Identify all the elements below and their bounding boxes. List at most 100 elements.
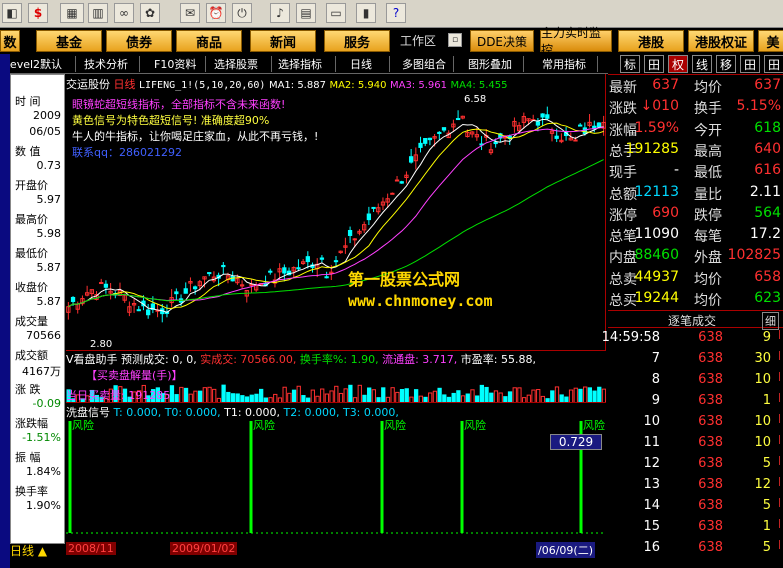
quote-label: 总买 bbox=[609, 293, 637, 309]
volume-bar bbox=[371, 389, 377, 403]
alarm-clock-icon[interactable]: ⏰ bbox=[206, 3, 226, 23]
info-label-amplitude: 振 幅 bbox=[15, 451, 41, 464]
tab-grid-2[interactable]: 田 bbox=[740, 55, 760, 73]
func-tech-analysis[interactable]: 技术分析 bbox=[80, 56, 140, 72]
tick-direction-icon: | bbox=[777, 519, 781, 529]
volume-bar bbox=[334, 385, 339, 403]
formula-label: LIFENG_1!(5,10,20,60) bbox=[139, 80, 266, 91]
candle-body bbox=[103, 283, 109, 288]
menu-item-commodity[interactable]: 商品 bbox=[176, 30, 242, 52]
func-daily[interactable]: 日线 bbox=[346, 56, 390, 72]
func-overlay[interactable]: 图形叠加 bbox=[464, 56, 524, 72]
candle-body bbox=[371, 206, 376, 209]
volume-bar bbox=[282, 386, 287, 403]
info-label-high: 最高价 bbox=[15, 213, 48, 226]
quote-value: 1.59% bbox=[634, 119, 679, 136]
chart-icon[interactable]: ▥ bbox=[88, 3, 108, 23]
back-icon[interactable]: ◧ bbox=[2, 3, 22, 23]
tab-yi[interactable]: 移 bbox=[716, 55, 736, 73]
tick-price: 638 bbox=[698, 393, 723, 408]
func-level2[interactable]: Level2默认 bbox=[0, 56, 76, 72]
info-value-date: 06/05 bbox=[29, 125, 61, 138]
menu-item-fund[interactable]: 基金 bbox=[36, 30, 102, 52]
quote-value: 12113 bbox=[634, 183, 679, 200]
tick-volume: 5 bbox=[762, 498, 771, 513]
menu-item-news[interactable]: 新闻 bbox=[250, 30, 316, 52]
wash-svg: 风险 风险 风险 风险 风险 bbox=[66, 418, 606, 534]
tick-direction-icon: | bbox=[777, 498, 781, 508]
tick-volume: 1 bbox=[762, 393, 771, 408]
gear-icon[interactable]: ✿ bbox=[140, 3, 160, 23]
logo-s-icon[interactable]: $ bbox=[28, 3, 48, 23]
tick-direction-icon: | bbox=[777, 414, 781, 424]
menu-item-hk-warrant[interactable]: 港股权证 bbox=[688, 30, 754, 52]
tab-grid[interactable]: 田 bbox=[644, 55, 664, 73]
volume-chart[interactable]: V看盘助手 预测成交: 0, 0, 实成交: 70566.00, 换手率%: 1… bbox=[66, 350, 606, 403]
toolbar: ◧ $ ▦ ▥ ∞ ✿ ✉ ⏰ ⏻ ♪ ▤ ▭ ▮ ? bbox=[0, 0, 783, 28]
tab-biao[interactable]: 标 bbox=[620, 55, 640, 73]
volume-bar bbox=[573, 387, 578, 403]
volume-bar bbox=[259, 388, 264, 403]
info-value-close: 5.87 bbox=[36, 295, 62, 308]
grid-icon[interactable]: ▦ bbox=[60, 3, 84, 23]
volume-bar bbox=[484, 386, 489, 403]
quote-value-2: 623 bbox=[754, 290, 781, 306]
watermark-title: 第一股票公式网 bbox=[348, 270, 461, 289]
volume-bar bbox=[320, 388, 325, 403]
candle-body bbox=[545, 114, 550, 119]
period-bottom-label[interactable]: 日线 ▲ bbox=[10, 542, 47, 559]
tick-time: 8 bbox=[651, 372, 660, 387]
quote-label: 内盘 bbox=[609, 250, 637, 267]
quote-value: ↓010 bbox=[640, 98, 679, 115]
wash-t0: T0: 0.000, bbox=[164, 406, 221, 419]
quote-value-2: 637 bbox=[754, 77, 781, 93]
func-f10[interactable]: F10资料 bbox=[150, 56, 206, 72]
left-sidebar-strip[interactable] bbox=[0, 54, 10, 568]
func-multi-chart[interactable]: 多图组合 bbox=[398, 56, 454, 72]
info-value-turnover: 1.90% bbox=[26, 499, 61, 512]
window-icon[interactable]: ▭ bbox=[326, 3, 346, 23]
menu-item-0[interactable]: 数 bbox=[0, 30, 20, 52]
tab-grid-3[interactable]: 田 bbox=[764, 55, 783, 73]
triangle-up-icon: ▲ bbox=[37, 544, 48, 558]
quote-label: 现手 bbox=[609, 165, 637, 182]
quote-label-2: 外盘 bbox=[694, 250, 722, 267]
candle-body bbox=[183, 288, 188, 294]
menu-item-bond[interactable]: 债券 bbox=[106, 30, 172, 52]
calculator-icon[interactable]: ▤ bbox=[296, 3, 316, 23]
workzone-toggle-icon[interactable]: ▫ bbox=[448, 33, 462, 47]
candle-body bbox=[493, 141, 498, 145]
func-common-indicator[interactable]: 常用指标 bbox=[538, 56, 598, 72]
menu-item-service[interactable]: 服务 bbox=[324, 30, 390, 52]
books-icon[interactable]: ▮ bbox=[356, 3, 376, 23]
info-value-open: 5.97 bbox=[36, 193, 62, 206]
menu-item-hk[interactable]: 港股 bbox=[618, 30, 684, 52]
power-icon[interactable]: ⏻ bbox=[232, 3, 252, 23]
func-select-indicator[interactable]: 选择指标 bbox=[274, 56, 336, 72]
workzone-label[interactable]: 工作区 bbox=[400, 32, 436, 49]
tab-xian[interactable]: 线 bbox=[692, 55, 712, 73]
candlestick-chart[interactable]: 交运股份 日线 LIFENG_1!(5,10,20,60) MA1: 5.887… bbox=[66, 74, 606, 350]
info-label-close: 收盘价 bbox=[15, 281, 48, 294]
tab-quan[interactable]: 权 bbox=[668, 55, 688, 73]
wash-title: 洗盘信号 bbox=[66, 406, 110, 419]
volume-bar bbox=[348, 384, 353, 403]
gift-icon[interactable]: ✉ bbox=[180, 3, 200, 23]
volume-bar bbox=[536, 389, 541, 403]
menu-item-monitor[interactable]: 主力实时监控 bbox=[540, 26, 612, 57]
wash-risk-label: 风险 bbox=[384, 418, 406, 432]
wash-signal-chart[interactable]: 风险 风险 风险 风险 风险 洗盘信号 T: 0.000, T0: 0.000, T1:… bbox=[66, 402, 606, 542]
vol-turnover: 换手率%: 1.90, bbox=[299, 353, 379, 366]
tick-list[interactable]: 14:59:58 638 9 | 7 638 30 | 8 638 10 | 9 638 1 | 10 638 10… bbox=[602, 328, 783, 568]
binoculars-icon[interactable]: ∞ bbox=[114, 3, 134, 23]
watermark-url: www.chnmoney.com bbox=[348, 292, 493, 310]
menu-item-us[interactable]: 美 bbox=[758, 30, 783, 52]
info-value-pct: -1.51% bbox=[22, 431, 61, 444]
menu-item-dde[interactable]: DDE决策 bbox=[470, 30, 534, 52]
help-icon[interactable]: ? bbox=[386, 3, 406, 23]
tick-title: 逐笔成交 bbox=[668, 314, 717, 328]
speaker-icon[interactable]: ♪ bbox=[270, 3, 290, 23]
quote-label-2: 均价 bbox=[694, 80, 722, 96]
tick-volume: 5 bbox=[762, 540, 771, 555]
func-select-stock[interactable]: 选择股票 bbox=[210, 56, 272, 72]
